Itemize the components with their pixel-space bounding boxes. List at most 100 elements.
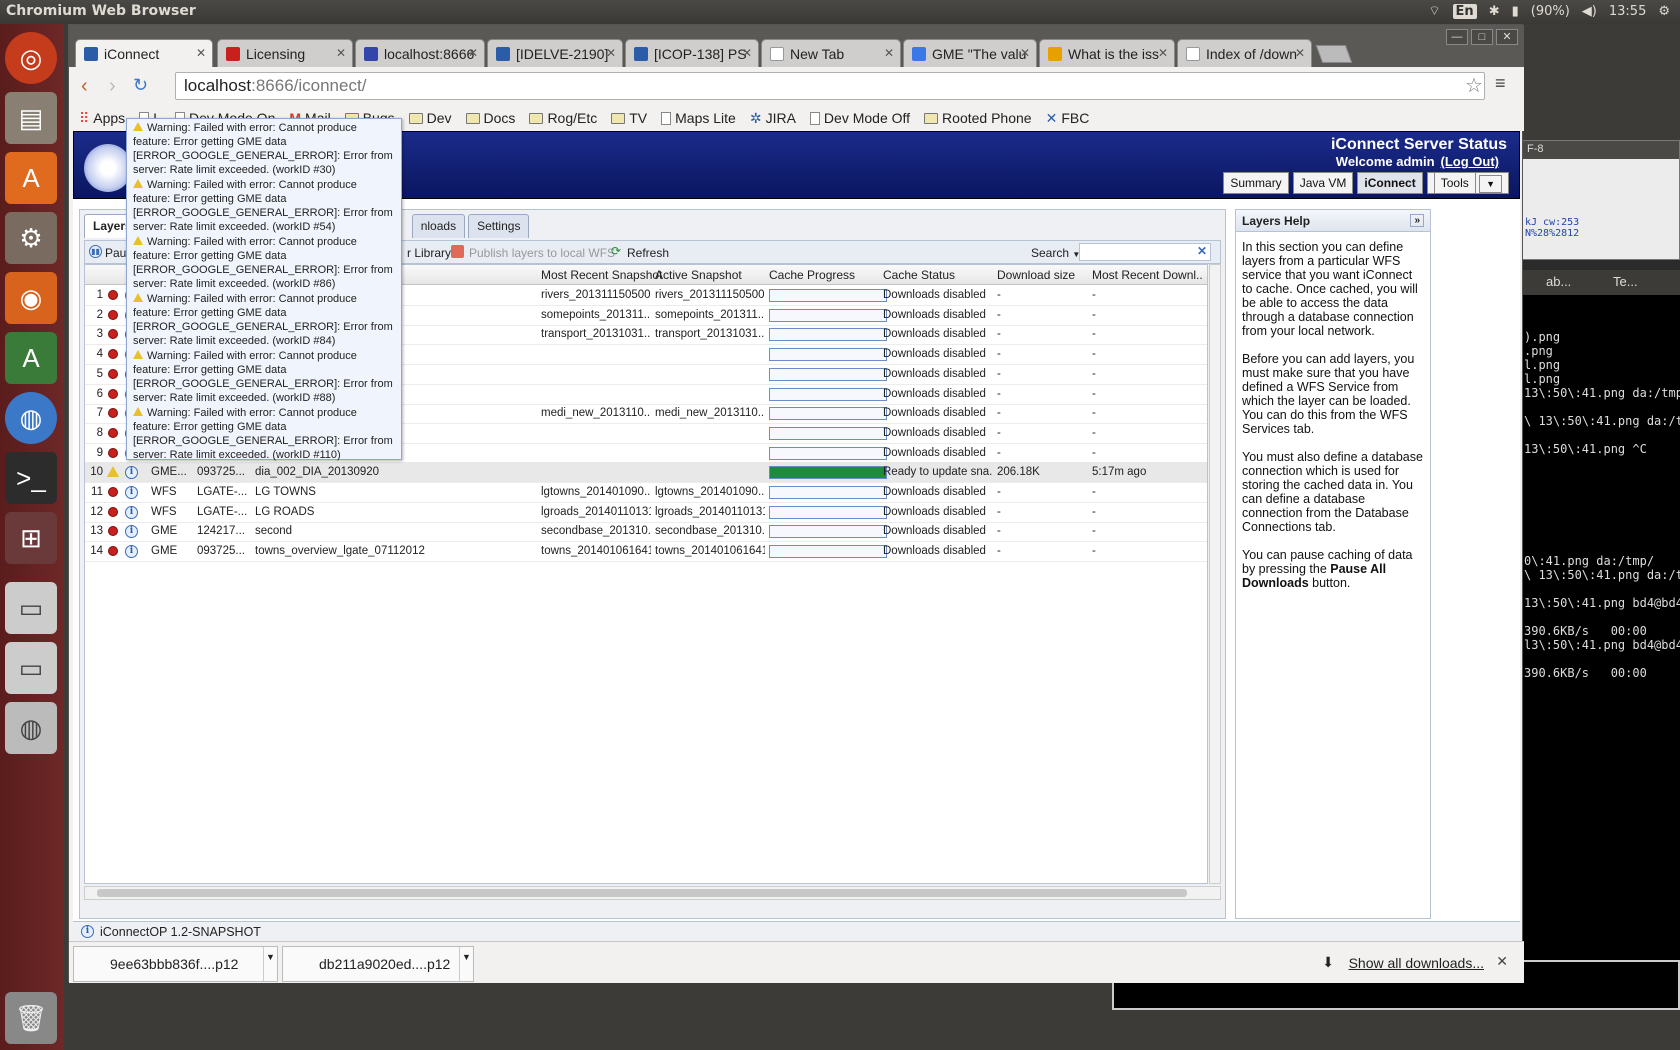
background-editor-window[interactable]: F-8 kJ cw:253 N%28%2812 — [1522, 140, 1680, 260]
ubuntu-dash-icon[interactable]: ◎ — [5, 32, 57, 84]
bookmark-rooted-phone[interactable]: Rooted Phone — [924, 110, 1032, 126]
col-most-recent-snapshot[interactable]: Most Recent Snapshot — [541, 268, 662, 282]
table-row[interactable]: 13 i GME 124217... second secondbase_201310..… — [85, 521, 1207, 543]
tab-downloads[interactable]: nloads — [411, 214, 466, 238]
firefox-icon[interactable]: ◉ — [5, 272, 57, 324]
tab-close-icon[interactable]: ✕ — [1020, 46, 1030, 60]
bookmark-dev[interactable]: Dev — [408, 110, 452, 126]
col-cache-progress[interactable]: Cache Progress — [769, 268, 855, 282]
col-download-size[interactable]: Download size — [997, 268, 1075, 282]
col-most-recent-download[interactable]: Most Recent Downl... — [1092, 268, 1202, 282]
minimize-window-button[interactable]: — — [1446, 29, 1468, 45]
trash-icon[interactable]: 🗑 — [5, 992, 57, 1044]
terminal-output[interactable]: ).png .png l.png l.png 13\:50\:41.png da:/tm… — [1522, 295, 1680, 995]
tab-close-icon[interactable]: ✕ — [468, 46, 478, 60]
collapse-help-icon[interactable]: » — [1410, 214, 1424, 227]
nav-summary[interactable]: Summary — [1223, 172, 1289, 194]
system-settings-icon[interactable]: ⚙ — [5, 212, 57, 264]
workspace-switcher-icon[interactable]: ⊞ — [5, 512, 57, 564]
tab-4[interactable]: [ICOP-138] PS ✕ — [625, 39, 759, 67]
scroll-thumb[interactable] — [97, 889, 1187, 897]
wifi-icon[interactable]: ⌔ — [1428, 3, 1440, 19]
tab-close-icon[interactable]: ✕ — [196, 46, 206, 60]
download-item-2[interactable]: db211a9020ed....p12 ▼ — [282, 946, 474, 982]
download-item-1[interactable]: 9ee63bbb836f....p12 ▼ — [73, 946, 278, 982]
tab-close-icon[interactable]: ✕ — [1295, 46, 1305, 60]
clear-search-icon[interactable]: ✕ — [1197, 244, 1207, 258]
col-cache-status[interactable]: Cache Status — [883, 268, 955, 282]
power-gear-icon[interactable]: ⚙ — [1658, 4, 1670, 19]
tab-settings[interactable]: Settings — [468, 214, 530, 238]
nav-java-vm[interactable]: Java VM — [1292, 172, 1354, 194]
bookmark-apps[interactable]: ⠿ Apps — [79, 110, 125, 127]
pause-icon[interactable]: ▮▮ — [89, 245, 102, 258]
tab-close-icon[interactable]: ✕ — [336, 46, 346, 60]
search-input[interactable] — [1079, 243, 1211, 261]
terminal-tab-1[interactable]: ab... — [1526, 274, 1609, 294]
nav-iconnect[interactable]: iConnect — [1357, 172, 1423, 194]
back-button[interactable]: ‹ — [81, 75, 88, 98]
terminal-icon[interactable]: >_ — [5, 452, 57, 504]
grid-vertical-scrollbar[interactable] — [1209, 264, 1221, 884]
chromium-icon[interactable]: ◍ — [5, 392, 57, 444]
close-icon[interactable]: ✕ — [1496, 953, 1508, 970]
info-icon[interactable]: i — [125, 525, 138, 539]
files-icon[interactable]: ▤ — [5, 92, 57, 144]
grid-horizontal-scrollbar[interactable] — [84, 886, 1221, 900]
tab-close-icon[interactable]: ✕ — [1158, 46, 1168, 60]
chevron-down-icon[interactable]: ▼ — [263, 947, 277, 981]
bookmark-tv[interactable]: TV — [611, 110, 647, 126]
maximize-window-button[interactable]: □ — [1471, 29, 1493, 45]
software-updater-icon[interactable]: A — [5, 332, 57, 384]
tab-1[interactable]: Licensing ✕ — [217, 39, 353, 67]
chrome-menu-icon[interactable]: ≡ — [1495, 73, 1506, 94]
address-bar[interactable]: localhost:8666/iconnect/ — [175, 72, 1485, 100]
forward-button[interactable]: › — [109, 75, 116, 98]
tab-5[interactable]: New Tab ✕ — [761, 39, 901, 67]
table-row[interactable]: 12 i WFS LGATE-... LG ROADS lgroads_201401101… — [85, 502, 1207, 523]
drive-icon-2[interactable]: ▭ — [5, 642, 57, 694]
table-row[interactable]: 10 i GME... 093725... dia_002_DIA_20130920 Re… — [85, 462, 1207, 484]
reload-button[interactable]: ↻ — [133, 75, 148, 96]
new-tab-button[interactable] — [1315, 45, 1353, 63]
logout-link[interactable]: (Log Out) — [1441, 154, 1499, 169]
bookmark-rog-etc[interactable]: Rog/Etc — [529, 110, 597, 126]
library-button[interactable]: r Library — [407, 246, 451, 260]
info-icon[interactable]: i — [125, 486, 138, 499]
bluetooth-icon[interactable]: ✱ — [1489, 4, 1500, 19]
volume-icon[interactable]: ◀) — [1582, 4, 1597, 19]
bookmark-jira[interactable]: ✲ JIRA — [750, 110, 796, 127]
battery-icon[interactable]: ▮ — [1512, 4, 1519, 19]
disk-icon[interactable]: ◍ — [5, 702, 57, 754]
tab-close-icon[interactable]: ✕ — [742, 46, 752, 60]
tab-6[interactable]: GME "The valu ✕ — [903, 39, 1037, 67]
tab-0[interactable]: iConnect ✕ — [75, 39, 213, 67]
tab-3[interactable]: [IDELVE-2190] ✕ — [487, 39, 623, 67]
table-row[interactable]: 11 i WFS LGATE-... LG TOWNS lgtowns_201401090… — [85, 482, 1207, 503]
nav-tools[interactable]: Tools ▼ — [1426, 172, 1509, 194]
tab-close-icon[interactable]: ✕ — [606, 46, 616, 60]
info-icon[interactable]: i — [125, 466, 138, 480]
drive-icon[interactable]: ▭ — [5, 582, 57, 634]
info-icon[interactable]: i — [125, 545, 138, 559]
show-all-downloads-link[interactable]: Show all downloads... — [1349, 955, 1484, 971]
keyboard-layout-indicator[interactable]: En — [1452, 3, 1477, 19]
bookmark-fbc[interactable]: ✕ FBC — [1046, 110, 1090, 127]
tab-close-icon[interactable]: ✕ — [884, 46, 894, 60]
table-row[interactable]: 14 i GME 093725... towns_overview_lgate_0711… — [85, 541, 1207, 563]
clock[interactable]: 13:55 — [1609, 4, 1646, 19]
tab-8[interactable]: Index of /down ✕ — [1177, 39, 1312, 67]
search-label[interactable]: Search ▼ — [1031, 246, 1080, 260]
close-window-button[interactable]: ✕ — [1496, 29, 1518, 45]
tab-2[interactable]: localhost:8666 ✕ — [355, 39, 485, 67]
info-icon[interactable]: i — [125, 505, 138, 519]
terminal-tab-2[interactable]: Te... — [1613, 274, 1676, 294]
publish-button[interactable]: Publish layers to local WFS — [469, 246, 615, 260]
bookmark-star-icon[interactable]: ☆ — [1465, 73, 1483, 98]
chevron-down-icon[interactable]: ▼ — [459, 947, 473, 981]
col-active-snapshot[interactable]: Active Snapshot — [655, 268, 742, 282]
bookmark-docs[interactable]: Docs — [465, 110, 515, 126]
software-center-icon[interactable]: A — [5, 152, 57, 204]
refresh-button[interactable]: Refresh — [627, 246, 669, 260]
tab-7[interactable]: What is the iss ✕ — [1039, 39, 1175, 67]
